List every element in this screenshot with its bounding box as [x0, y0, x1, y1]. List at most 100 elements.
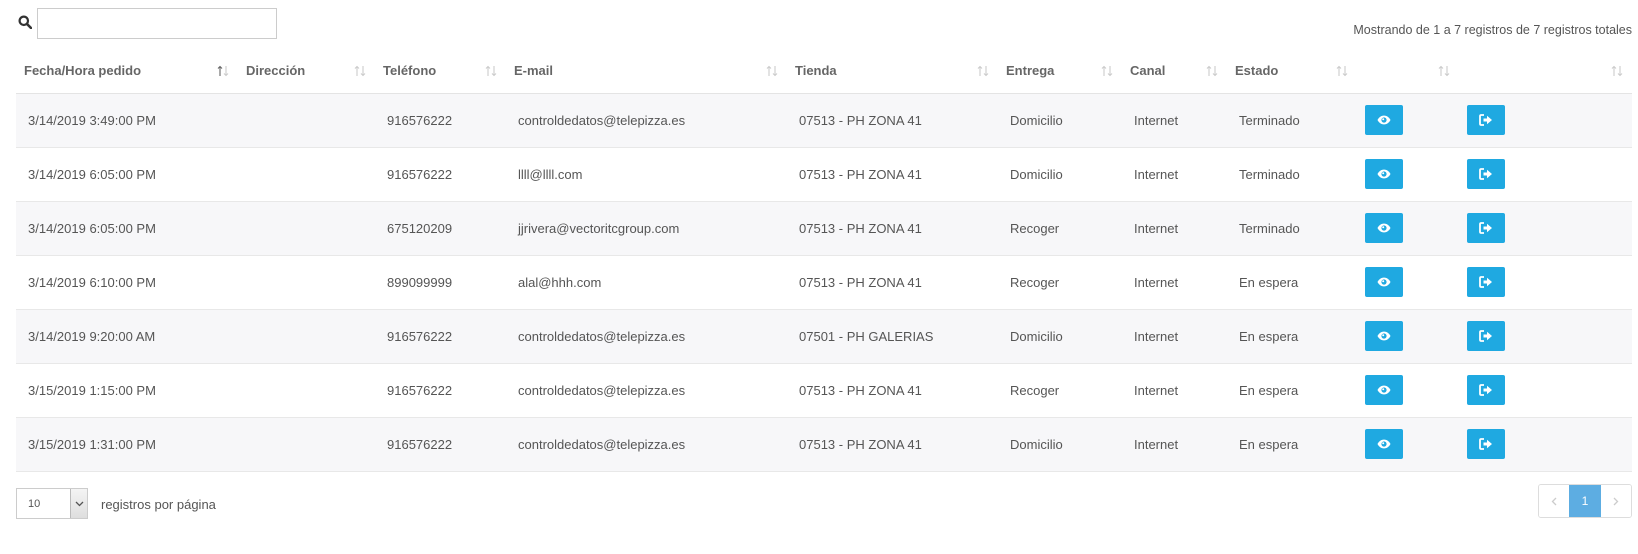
cell-estado: En espera: [1239, 382, 1299, 398]
sort-icon: [1611, 65, 1623, 77]
cell-open: [1459, 417, 1632, 471]
table-body: 3/14/2019 3:49:00 PM 916576222 controlde…: [16, 93, 1632, 471]
cell-entrega: Domicilio: [1010, 436, 1063, 452]
open-button[interactable]: [1467, 429, 1505, 459]
column-header-view[interactable]: [1357, 48, 1459, 94]
cell-direccion: [238, 309, 375, 363]
cell-direccion: [238, 417, 375, 471]
cell-tienda: 07513 - PH ZONA 41: [799, 274, 922, 290]
open-button[interactable]: [1467, 375, 1505, 405]
cell-entrega: Domicilio: [1010, 166, 1063, 182]
table-row: 3/14/2019 6:05:00 PM 675120209 jjrivera@…: [16, 201, 1632, 255]
cell-entrega: Recoger: [1010, 274, 1060, 290]
cell-open: [1459, 309, 1632, 363]
table-header-row: Fecha/Hora pedido Dirección Teléfono E-m…: [16, 48, 1632, 94]
view-button[interactable]: [1365, 267, 1403, 297]
sort-asc-icon: [217, 65, 229, 77]
column-header-fecha[interactable]: Fecha/Hora pedido: [16, 48, 238, 94]
cell-email: controldedatos@telepizza.es: [518, 112, 686, 128]
cell-canal: Internet: [1134, 112, 1179, 128]
table-row: 3/14/2019 6:05:00 PM 916576222 llll@llll…: [16, 147, 1632, 201]
open-button[interactable]: [1467, 159, 1505, 189]
cell-tienda: 07513 - PH ZONA 41: [799, 166, 922, 182]
column-header-tienda[interactable]: Tienda: [787, 48, 998, 94]
view-button[interactable]: [1365, 321, 1403, 351]
eye-icon: [1377, 385, 1391, 395]
cell-email: alal@hhh.com: [518, 274, 602, 290]
cell-direccion: [238, 147, 375, 201]
page-size-select[interactable]: 10: [16, 488, 88, 519]
prev-page-button[interactable]: [1539, 485, 1569, 517]
column-header-direccion[interactable]: Dirección: [238, 48, 375, 94]
table-footer: 10 registros por página 1: [16, 484, 1632, 520]
sign-out-icon: [1479, 168, 1492, 180]
cell-telefono: 916576222: [387, 166, 453, 182]
records-info: Mostrando de 1 a 7 registros de 7 regist…: [1353, 23, 1632, 37]
view-button[interactable]: [1365, 213, 1403, 243]
cell-entrega: Domicilio: [1010, 112, 1063, 128]
open-button[interactable]: [1467, 213, 1505, 243]
pagination: 1: [1538, 484, 1632, 518]
sign-out-icon: [1479, 330, 1492, 342]
cell-view: [1357, 309, 1459, 363]
cell-email: controldedatos@telepizza.es: [518, 328, 686, 344]
chevron-left-icon: [1551, 497, 1557, 505]
sort-icon: [766, 65, 778, 77]
view-button[interactable]: [1365, 159, 1403, 189]
cell-view: [1357, 363, 1459, 417]
sort-icon: [1101, 65, 1113, 77]
column-header-canal[interactable]: Canal: [1122, 48, 1227, 94]
cell-fecha: 3/14/2019 3:49:00 PM: [28, 112, 156, 128]
page-button-1[interactable]: 1: [1569, 485, 1601, 517]
view-button[interactable]: [1365, 429, 1403, 459]
column-header-estado[interactable]: Estado: [1227, 48, 1357, 94]
cell-estado: Terminado: [1239, 220, 1300, 236]
column-header-email[interactable]: E-mail: [506, 48, 787, 94]
cell-email: controldedatos@telepizza.es: [518, 436, 686, 452]
table-row: 3/14/2019 3:49:00 PM 916576222 controlde…: [16, 93, 1632, 147]
cell-telefono: 916576222: [387, 328, 453, 344]
cell-open: [1459, 201, 1632, 255]
cell-estado: Terminado: [1239, 166, 1300, 182]
sign-out-icon: [1479, 222, 1492, 234]
column-header-telefono[interactable]: Teléfono: [375, 48, 506, 94]
sort-icon: [485, 65, 497, 77]
view-button[interactable]: [1365, 375, 1403, 405]
open-button[interactable]: [1467, 267, 1505, 297]
chevron-right-icon: [1613, 497, 1619, 505]
table-row: 3/14/2019 9:20:00 AM 916576222 controlde…: [16, 309, 1632, 363]
cell-email: jjrivera@vectoritcgroup.com: [518, 220, 680, 236]
sign-out-icon: [1479, 438, 1492, 450]
cell-direccion: [238, 255, 375, 309]
eye-icon: [1377, 331, 1391, 341]
open-button[interactable]: [1467, 105, 1505, 135]
cell-telefono: 916576222: [387, 382, 453, 398]
cell-canal: Internet: [1134, 274, 1179, 290]
open-button[interactable]: [1467, 321, 1505, 351]
cell-telefono: 899099999: [387, 274, 453, 290]
cell-canal: Internet: [1134, 382, 1179, 398]
cell-direccion: [238, 201, 375, 255]
cell-view: [1357, 255, 1459, 309]
cell-estado: Terminado: [1239, 112, 1300, 128]
search-input[interactable]: [37, 8, 277, 39]
view-button[interactable]: [1365, 105, 1403, 135]
next-page-button[interactable]: [1601, 485, 1631, 517]
eye-icon: [1377, 439, 1391, 449]
cell-view: [1357, 147, 1459, 201]
cell-fecha: 3/14/2019 6:10:00 PM: [28, 274, 156, 290]
cell-tienda: 07513 - PH ZONA 41: [799, 220, 922, 236]
table-toolbar: Mostrando de 1 a 7 registros de 7 regist…: [16, 8, 1632, 40]
cell-telefono: 916576222: [387, 112, 453, 128]
cell-view: [1357, 93, 1459, 147]
table-row: 3/15/2019 1:31:00 PM 916576222 controlde…: [16, 417, 1632, 471]
sort-icon: [1438, 65, 1450, 77]
cell-open: [1459, 147, 1632, 201]
cell-email: controldedatos@telepizza.es: [518, 382, 686, 398]
column-header-entrega[interactable]: Entrega: [998, 48, 1122, 94]
sort-icon: [1206, 65, 1218, 77]
chevron-down-icon[interactable]: [70, 489, 87, 518]
cell-tienda: 07501 - PH GALERIAS: [799, 328, 934, 344]
column-header-open[interactable]: [1459, 48, 1632, 94]
cell-open: [1459, 93, 1632, 147]
